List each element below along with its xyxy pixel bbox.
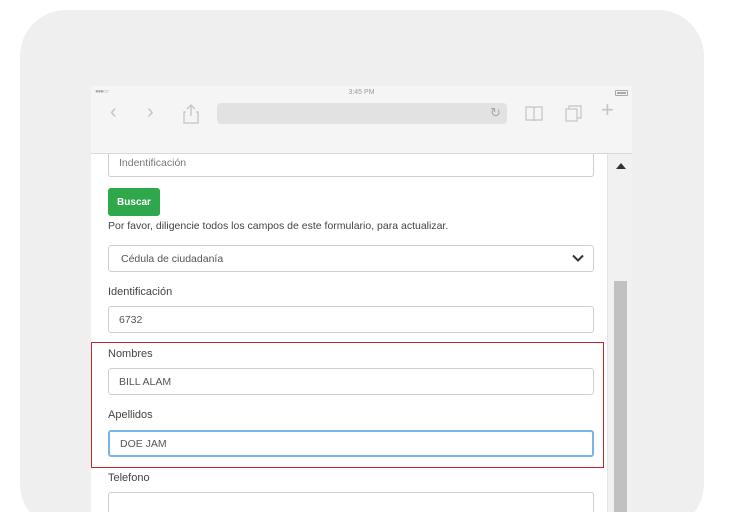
tabs-icon[interactable] [565, 105, 582, 122]
scroll-up-arrow-icon[interactable] [616, 163, 626, 169]
identification-label: Identificación [108, 286, 173, 298]
document-type-value: Cédula de ciudadanía [121, 253, 224, 265]
phone-label: Telefono [108, 472, 150, 484]
chevron-right-icon[interactable]: › [147, 102, 154, 122]
reload-icon[interactable]: ↻ [490, 106, 501, 120]
chevron-left-icon[interactable]: ‹ [110, 102, 117, 122]
battery-icon [615, 90, 628, 96]
chevron-down-icon [572, 254, 584, 262]
form-instructions: Por favor, diligencie todos los campos d… [108, 220, 449, 232]
identification-input[interactable] [108, 306, 594, 333]
plus-icon[interactable]: + [601, 99, 614, 121]
browser-toolbar: ●●●○○ 3:45 PM ‹ › ↻ + [91, 86, 632, 154]
share-icon[interactable] [183, 104, 199, 124]
phone-input[interactable] [108, 492, 594, 512]
book-icon[interactable] [525, 106, 543, 121]
status-time: 3:45 PM [348, 89, 375, 96]
search-button[interactable]: Buscar [108, 188, 160, 216]
top-identification-input[interactable] [108, 154, 594, 177]
scrollbar[interactable] [607, 154, 632, 512]
scrollbar-thumb[interactable] [614, 281, 627, 512]
address-bar[interactable]: ↻ [217, 103, 507, 124]
document-type-select[interactable]: Cédula de ciudadanía [108, 245, 594, 272]
highlight-annotation-box [91, 342, 604, 468]
